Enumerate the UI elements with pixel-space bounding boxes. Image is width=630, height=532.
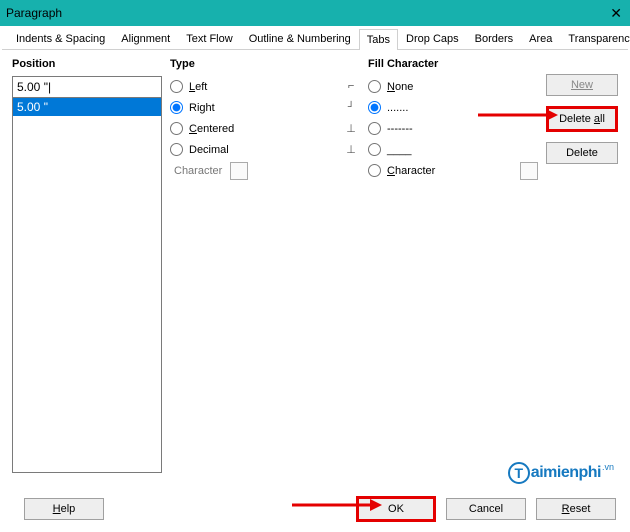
- type-option-centered[interactable]: Centered ⊥: [170, 118, 360, 139]
- fill-option-3[interactable]: ____: [368, 139, 538, 160]
- fill-radio[interactable]: [368, 164, 381, 177]
- dialog-footer: Help OK Cancel Reset: [0, 496, 630, 522]
- type-section: Type Left ⌐ Right ┘ Centered ⊥ Decimal ⊥ Charac…: [170, 58, 360, 473]
- fill-radio-label: ____: [387, 144, 538, 156]
- fill-section: Fill Character None....... ------- ____ Cha…: [368, 58, 538, 473]
- title-bar: Paragraph ✕: [0, 0, 630, 26]
- fill-character-box[interactable]: [520, 162, 538, 180]
- type-radio-label: Decimal: [189, 144, 336, 156]
- close-icon[interactable]: ✕: [584, 5, 624, 22]
- type-option-left[interactable]: Left ⌐: [170, 76, 360, 97]
- help-button[interactable]: Help: [24, 498, 104, 520]
- type-character-label: Character: [174, 165, 222, 177]
- watermark: T aimienphi .vn: [508, 462, 614, 484]
- tab-drop-caps[interactable]: Drop Caps: [398, 28, 467, 49]
- type-radio[interactable]: [170, 80, 183, 93]
- reset-button[interactable]: Reset: [536, 498, 616, 520]
- fill-radio[interactable]: [368, 122, 381, 135]
- tab-tabs[interactable]: Tabs: [359, 29, 398, 50]
- tab-area[interactable]: Area: [521, 28, 560, 49]
- tab-transparency[interactable]: Transparency: [560, 28, 630, 49]
- type-option-right[interactable]: Right ┘: [170, 97, 360, 118]
- tab-strip: Indents & SpacingAlignmentText FlowOutli…: [2, 28, 628, 50]
- type-radio-label: Right: [189, 102, 336, 114]
- position-input[interactable]: [12, 76, 162, 98]
- tab-align-icon: ⊥: [342, 143, 360, 157]
- tab-align-icon: ⌐: [342, 81, 360, 93]
- tab-borders[interactable]: Borders: [467, 28, 522, 49]
- tab-indents-spacing[interactable]: Indents & Spacing: [8, 28, 113, 49]
- fill-radio[interactable]: [368, 80, 381, 93]
- fill-option-4[interactable]: Character: [368, 160, 538, 181]
- fill-radio-label: Character: [387, 165, 514, 177]
- delete-all-button[interactable]: Delete all: [546, 106, 618, 132]
- cancel-button[interactable]: Cancel: [446, 498, 526, 520]
- type-radio[interactable]: [170, 101, 183, 114]
- fill-option-2[interactable]: -------: [368, 118, 538, 139]
- window-title: Paragraph: [6, 6, 584, 20]
- fill-option-1[interactable]: .......: [368, 97, 538, 118]
- type-radio-label: Left: [189, 81, 336, 93]
- position-label: Position: [12, 58, 162, 70]
- fill-radio[interactable]: [368, 143, 381, 156]
- position-list-item[interactable]: 5.00 ": [13, 98, 161, 116]
- tab-content: Position 5.00 " Type Left ⌐ Right ┘ Centered…: [2, 50, 628, 473]
- fill-radio-label: -------: [387, 123, 538, 135]
- ok-button[interactable]: OK: [356, 496, 436, 522]
- type-radio[interactable]: [170, 122, 183, 135]
- type-label: Type: [170, 58, 360, 70]
- delete-button[interactable]: Delete: [546, 142, 618, 164]
- tab-alignment[interactable]: Alignment: [113, 28, 178, 49]
- type-option-decimal[interactable]: Decimal ⊥: [170, 139, 360, 160]
- tab-outline-numbering[interactable]: Outline & Numbering: [241, 28, 359, 49]
- fill-radio-label: .......: [387, 102, 538, 114]
- type-character-row: Character: [170, 162, 360, 180]
- fill-radio[interactable]: [368, 101, 381, 114]
- tab-align-icon: ┘: [342, 102, 360, 114]
- dialog-body: Indents & SpacingAlignmentText FlowOutli…: [0, 26, 630, 473]
- fill-radio-label: None: [387, 81, 538, 93]
- side-buttons: New Delete all Delete: [546, 58, 618, 473]
- type-character-box[interactable]: [230, 162, 248, 180]
- fill-option-0[interactable]: None: [368, 76, 538, 97]
- type-radio-label: Centered: [189, 123, 336, 135]
- tab-text-flow[interactable]: Text Flow: [178, 28, 240, 49]
- position-section: Position 5.00 ": [12, 58, 162, 473]
- type-radio[interactable]: [170, 143, 183, 156]
- tab-align-icon: ⊥: [342, 122, 360, 136]
- fill-label: Fill Character: [368, 58, 538, 70]
- new-button[interactable]: New: [546, 74, 618, 96]
- position-list[interactable]: 5.00 ": [12, 98, 162, 473]
